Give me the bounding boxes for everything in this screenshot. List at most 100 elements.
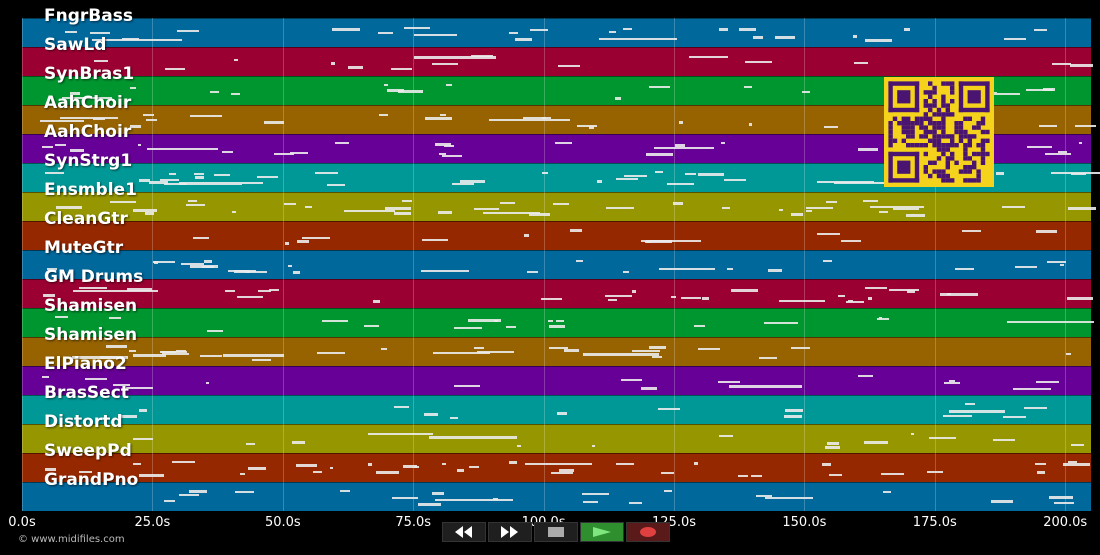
- midi-note: [105, 345, 127, 349]
- track-lane[interactable]: [22, 453, 1091, 482]
- midi-note: [378, 113, 389, 116]
- midi-note: [822, 462, 832, 466]
- midi-note: [1024, 407, 1047, 410]
- midi-note: [185, 204, 205, 207]
- midi-note: [1039, 125, 1058, 128]
- time-tick-label: 50.0s: [264, 515, 301, 530]
- midi-note: [414, 466, 419, 469]
- midi-note: [257, 290, 272, 293]
- midi-note: [146, 118, 157, 121]
- track-label: GM Drums: [44, 267, 144, 287]
- midi-note: [516, 444, 521, 447]
- midi-note: [178, 182, 243, 186]
- midi-note: [234, 269, 251, 273]
- midi-note: [473, 207, 500, 210]
- rewind-button[interactable]: [442, 522, 486, 542]
- midi-note: [190, 265, 218, 269]
- midi-note: [214, 173, 231, 176]
- midi-note: [651, 355, 663, 358]
- midi-note: [332, 28, 360, 32]
- fast-forward-button[interactable]: [488, 522, 532, 542]
- midi-note: [326, 184, 346, 187]
- track-lane[interactable]: [22, 482, 1091, 511]
- track-lane[interactable]: [22, 18, 1091, 47]
- midi-note: [1078, 142, 1083, 145]
- midi-note: [681, 297, 701, 300]
- midi-note: [554, 142, 572, 145]
- track-lane[interactable]: [22, 279, 1091, 308]
- midi-note: [1014, 266, 1037, 269]
- track-lane[interactable]: [22, 47, 1091, 76]
- midi-note: [459, 180, 485, 184]
- midi-note: [826, 442, 840, 446]
- track-lane[interactable]: [22, 308, 1091, 337]
- midi-note: [445, 84, 452, 87]
- credit-text: © www.midifiles.com: [18, 534, 125, 545]
- midi-note: [670, 296, 677, 299]
- midi-note: [992, 439, 1015, 442]
- midi-note: [420, 269, 469, 272]
- midi-note: [251, 358, 271, 361]
- stop-button[interactable]: [534, 522, 578, 542]
- record-button[interactable]: [626, 522, 670, 542]
- midi-note: [727, 268, 734, 271]
- midi-note: [1012, 387, 1052, 390]
- midi-note: [853, 62, 868, 65]
- track-lane[interactable]: [22, 366, 1091, 395]
- midi-note: [205, 382, 210, 385]
- midi-note: [838, 295, 845, 298]
- midi-note: [164, 500, 175, 503]
- midi-note: [583, 352, 659, 356]
- midi-note: [632, 349, 661, 352]
- midi-note: [751, 474, 762, 477]
- midi-note: [437, 211, 453, 214]
- midi-note: [557, 412, 567, 416]
- midi-note: [442, 463, 447, 466]
- midi-note: [620, 378, 643, 381]
- midi-note: [745, 61, 773, 64]
- track-lane[interactable]: [22, 192, 1091, 221]
- midi-note: [646, 152, 674, 156]
- midi-note: [616, 462, 635, 465]
- midi-note: [129, 349, 136, 352]
- midi-note: [529, 29, 548, 32]
- midi-note: [143, 114, 155, 117]
- midi-note: [315, 171, 338, 174]
- midi-note: [330, 466, 334, 469]
- time-tick-label: 150.0s: [782, 515, 827, 530]
- midi-note: [910, 433, 914, 436]
- midi-note: [449, 416, 459, 419]
- track-label: CleanGtr: [44, 209, 128, 229]
- midi-note: [847, 299, 853, 302]
- midi-note: [645, 240, 672, 244]
- midi-note: [454, 327, 483, 330]
- midi-note: [864, 38, 892, 42]
- midi-note: [719, 435, 733, 438]
- track-lane[interactable]: [22, 221, 1091, 250]
- midi-note: [965, 403, 975, 406]
- play-button[interactable]: [580, 522, 624, 542]
- midi-note: [313, 470, 323, 473]
- midi-note: [778, 299, 826, 302]
- rewind-icon: [453, 523, 475, 542]
- midi-note: [685, 172, 696, 175]
- midi-note: [805, 206, 833, 209]
- midi-note: [41, 146, 53, 149]
- midi-note: [1027, 146, 1053, 149]
- midi-note: [322, 319, 348, 322]
- midi-note: [425, 117, 453, 121]
- midi-note: [1060, 264, 1064, 267]
- track-label: SynBras1: [44, 64, 135, 84]
- track-lane[interactable]: [22, 395, 1091, 424]
- time-tick-label: 0.0s: [8, 515, 36, 530]
- midi-note: [791, 346, 810, 349]
- midi-note: [623, 27, 633, 30]
- midi-note: [801, 90, 811, 93]
- midi-note: [575, 259, 584, 262]
- midi-note: [222, 151, 233, 154]
- midi-note: [542, 171, 549, 174]
- midi-note: [223, 353, 285, 357]
- midi-note: [857, 148, 879, 151]
- midi-note: [467, 319, 501, 323]
- midi-note: [508, 32, 519, 35]
